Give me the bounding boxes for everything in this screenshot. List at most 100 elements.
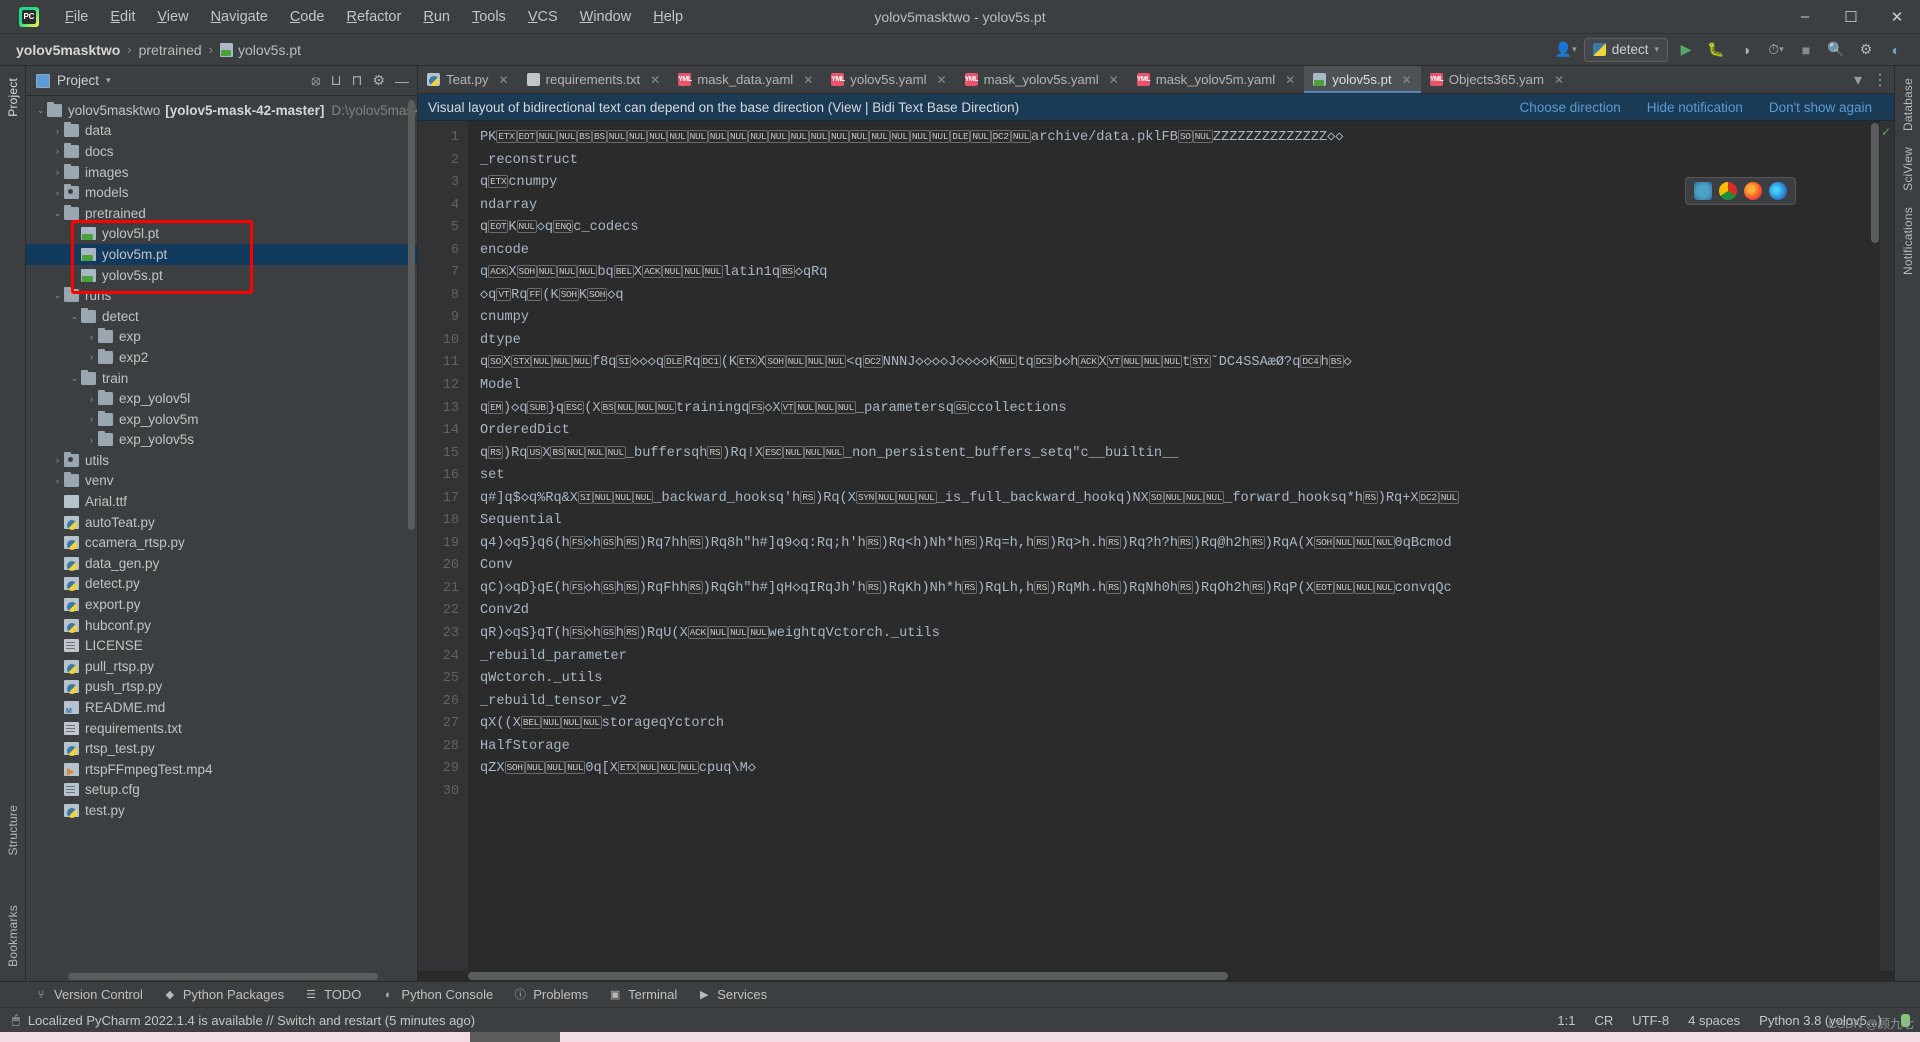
tree-item-arial-ttf[interactable]: Arial.ttf xyxy=(26,491,417,512)
notification-action-don-t-show-again[interactable]: Don't show again xyxy=(1769,100,1872,115)
breadcrumb-project[interactable]: yolov5masktwo xyxy=(16,42,120,58)
tree-item-utils[interactable]: › utils xyxy=(26,450,417,471)
project-settings-icon[interactable]: ⚙ xyxy=(372,72,385,89)
chevron-right-icon[interactable]: › xyxy=(85,352,98,362)
ie-browser-icon[interactable] xyxy=(1694,182,1712,200)
menu-item-help[interactable]: Help xyxy=(642,5,694,29)
edge-browser-icon[interactable] xyxy=(1769,182,1787,200)
strip-item-project[interactable]: Project xyxy=(6,72,20,123)
editor-tab-yolov5s-pt[interactable]: yolov5s.pt ✕ xyxy=(1304,66,1422,93)
editor-tab-teat-py[interactable]: Teat.py ✕ xyxy=(418,66,518,93)
close-tab-icon[interactable]: ✕ xyxy=(1554,73,1564,87)
tree-item-export-py[interactable]: export.py xyxy=(26,594,417,615)
menu-item-view[interactable]: View xyxy=(146,5,199,29)
tree-item-pretrained[interactable]: ⌄ pretrained xyxy=(26,203,417,224)
chevron-down-icon[interactable]: ▾ xyxy=(1854,70,1862,90)
tree-item-ccamera-rtsp-py[interactable]: ccamera_rtsp.py xyxy=(26,532,417,553)
chevron-right-icon[interactable]: › xyxy=(51,126,64,136)
menu-item-file[interactable]: File xyxy=(54,5,99,29)
code-editor[interactable]: 1 2 3 4 5 6 7 8 9 10 11 12 13 14 15 16 17 18 19 20 21 22 23 24 2… xyxy=(418,121,1894,971)
tree-item-exp-yolov5s[interactable]: › exp_yolov5s xyxy=(26,430,417,451)
hide-panel-icon[interactable]: — xyxy=(395,73,409,89)
menu-item-vcs[interactable]: VCS xyxy=(517,5,569,29)
firefox-browser-icon[interactable] xyxy=(1744,182,1762,200)
coverage-icon[interactable]: ◑ xyxy=(1734,38,1758,62)
chevron-right-icon[interactable]: › xyxy=(51,188,64,198)
tree-item-readme-md[interactable]: README.md xyxy=(26,697,417,718)
notification-action-hide-notification[interactable]: Hide notification xyxy=(1647,100,1743,115)
run-button[interactable]: ▶ xyxy=(1674,38,1698,62)
tree-item-rtsp-test-py[interactable]: rtsp_test.py xyxy=(26,738,417,759)
chevron-down-icon[interactable]: ⌄ xyxy=(68,311,81,322)
close-button[interactable]: ✕ xyxy=(1874,0,1920,33)
tree-item-venv[interactable]: › venv xyxy=(26,471,417,492)
caret-position[interactable]: 1:1 xyxy=(1557,1013,1575,1028)
chevron-down-icon[interactable]: ⌄ xyxy=(51,208,64,219)
tree-item-runs[interactable]: ⌄ runs xyxy=(26,285,417,306)
collapse-all-icon[interactable]: ⊔ xyxy=(331,72,342,89)
editor-vertical-scrollbar[interactable] xyxy=(1870,121,1880,971)
close-tab-icon[interactable]: ✕ xyxy=(937,73,947,87)
status-message[interactable]: Localized PyCharm 2022.1.4 is available … xyxy=(28,1013,475,1028)
tree-item-push-rtsp-py[interactable]: push_rtsp.py xyxy=(26,677,417,698)
menu-item-tools[interactable]: Tools xyxy=(461,5,517,29)
strip-item-structure[interactable]: Structure xyxy=(6,799,20,862)
tree-item-exp-yolov5m[interactable]: › exp_yolov5m xyxy=(26,409,417,430)
menu-item-refactor[interactable]: Refactor xyxy=(336,5,413,29)
ide-assistant-icon[interactable]: ◐ xyxy=(1884,38,1908,62)
settings-gear-icon[interactable]: ⚙ xyxy=(1854,38,1878,62)
stop-button[interactable]: ■ xyxy=(1794,38,1818,62)
editor-tab-objects365-yam[interactable]: YML Objects365.yam ✕ xyxy=(1421,66,1573,93)
tree-item-rtspffmpegtest-mp4[interactable]: rtspFFmpegTest.mp4 xyxy=(26,759,417,780)
locate-icon[interactable]: ⦻ xyxy=(311,72,320,89)
tool-window-terminal[interactable]: ▣ Terminal xyxy=(608,987,677,1002)
close-tab-icon[interactable]: ✕ xyxy=(1402,73,1412,87)
tool-window-python-packages[interactable]: ◆ Python Packages xyxy=(163,987,284,1002)
close-tab-icon[interactable]: ✕ xyxy=(650,73,660,87)
chrome-browser-icon[interactable] xyxy=(1719,182,1737,200)
close-tab-icon[interactable]: ✕ xyxy=(1109,73,1119,87)
more-options-icon[interactable]: ⋮ xyxy=(1872,70,1888,90)
tree-item-license[interactable]: LICENSE xyxy=(26,635,417,656)
tree-item-data[interactable]: › data xyxy=(26,121,417,142)
close-tab-icon[interactable]: ✕ xyxy=(1285,73,1295,87)
tree-item-requirements-txt[interactable]: requirements.txt xyxy=(26,718,417,739)
expand-all-icon[interactable]: ⊓ xyxy=(352,72,363,89)
close-tab-icon[interactable]: ✕ xyxy=(803,73,813,87)
tree-item-yolov5masktwo[interactable]: ⌄ yolov5masktwo [yolov5-mask-42-master] D:\… xyxy=(26,100,417,121)
notification-action-choose-direction[interactable]: Choose direction xyxy=(1519,100,1620,115)
editor-tab-mask-yolov5s-yaml[interactable]: YML mask_yolov5s.yaml ✕ xyxy=(956,66,1128,93)
tree-item-hubconf-py[interactable]: hubconf.py xyxy=(26,615,417,636)
tree-item-exp2[interactable]: › exp2 xyxy=(26,347,417,368)
tree-item-exp[interactable]: › exp xyxy=(26,327,417,348)
tree-item-yolov5m-pt[interactable]: yolov5m.pt xyxy=(26,244,417,265)
tree-item-train[interactable]: ⌄ train xyxy=(26,368,417,389)
tree-item-detect[interactable]: ⌄ detect xyxy=(26,306,417,327)
code-content[interactable]: PK ETX EOT NUL NUL BS BS NUL NUL NUL NUL NUL NUL NUL N… xyxy=(468,121,1880,971)
tree-item-test-py[interactable]: test.py xyxy=(26,800,417,821)
chevron-down-icon[interactable]: ⌄ xyxy=(51,290,64,301)
indent-setting[interactable]: 4 spaces xyxy=(1688,1013,1740,1028)
strip-item-database[interactable]: Database xyxy=(1901,72,1915,137)
close-tab-icon[interactable]: ✕ xyxy=(499,73,509,87)
chevron-right-icon[interactable]: › xyxy=(51,476,64,486)
maximize-button[interactable]: ☐ xyxy=(1828,0,1874,33)
run-configuration-selector[interactable]: detect ▾ xyxy=(1583,37,1668,62)
chevron-right-icon[interactable]: › xyxy=(51,146,64,156)
editor-tab-mask-yolov5m-yaml[interactable]: YML mask_yolov5m.yaml ✕ xyxy=(1128,66,1305,93)
menu-item-window[interactable]: Window xyxy=(569,5,643,29)
strip-item-sciview[interactable]: SciView xyxy=(1901,141,1915,197)
editor-tab-mask-data-yaml[interactable]: YML mask_data.yaml ✕ xyxy=(669,66,822,93)
breadcrumb-file[interactable]: yolov5s.pt xyxy=(220,42,301,58)
tree-item-models[interactable]: › models xyxy=(26,182,417,203)
tree-item-data-gen-py[interactable]: data_gen.py xyxy=(26,553,417,574)
tool-window-version-control[interactable]: ⑂ Version Control xyxy=(34,987,143,1002)
tool-window-todo[interactable]: ☰ TODO xyxy=(304,987,361,1002)
tree-item-images[interactable]: › images xyxy=(26,162,417,183)
chevron-right-icon[interactable]: › xyxy=(85,394,98,404)
chevron-down-icon[interactable]: ▾ xyxy=(106,75,111,86)
debug-icon[interactable]: 🐛 xyxy=(1704,38,1728,62)
line-separator[interactable]: CR xyxy=(1594,1013,1613,1028)
project-tree[interactable]: ⌄ yolov5masktwo [yolov5-mask-42-master] D:\… xyxy=(26,96,417,972)
tool-window-problems[interactable]: ⓘ Problems xyxy=(513,987,588,1002)
